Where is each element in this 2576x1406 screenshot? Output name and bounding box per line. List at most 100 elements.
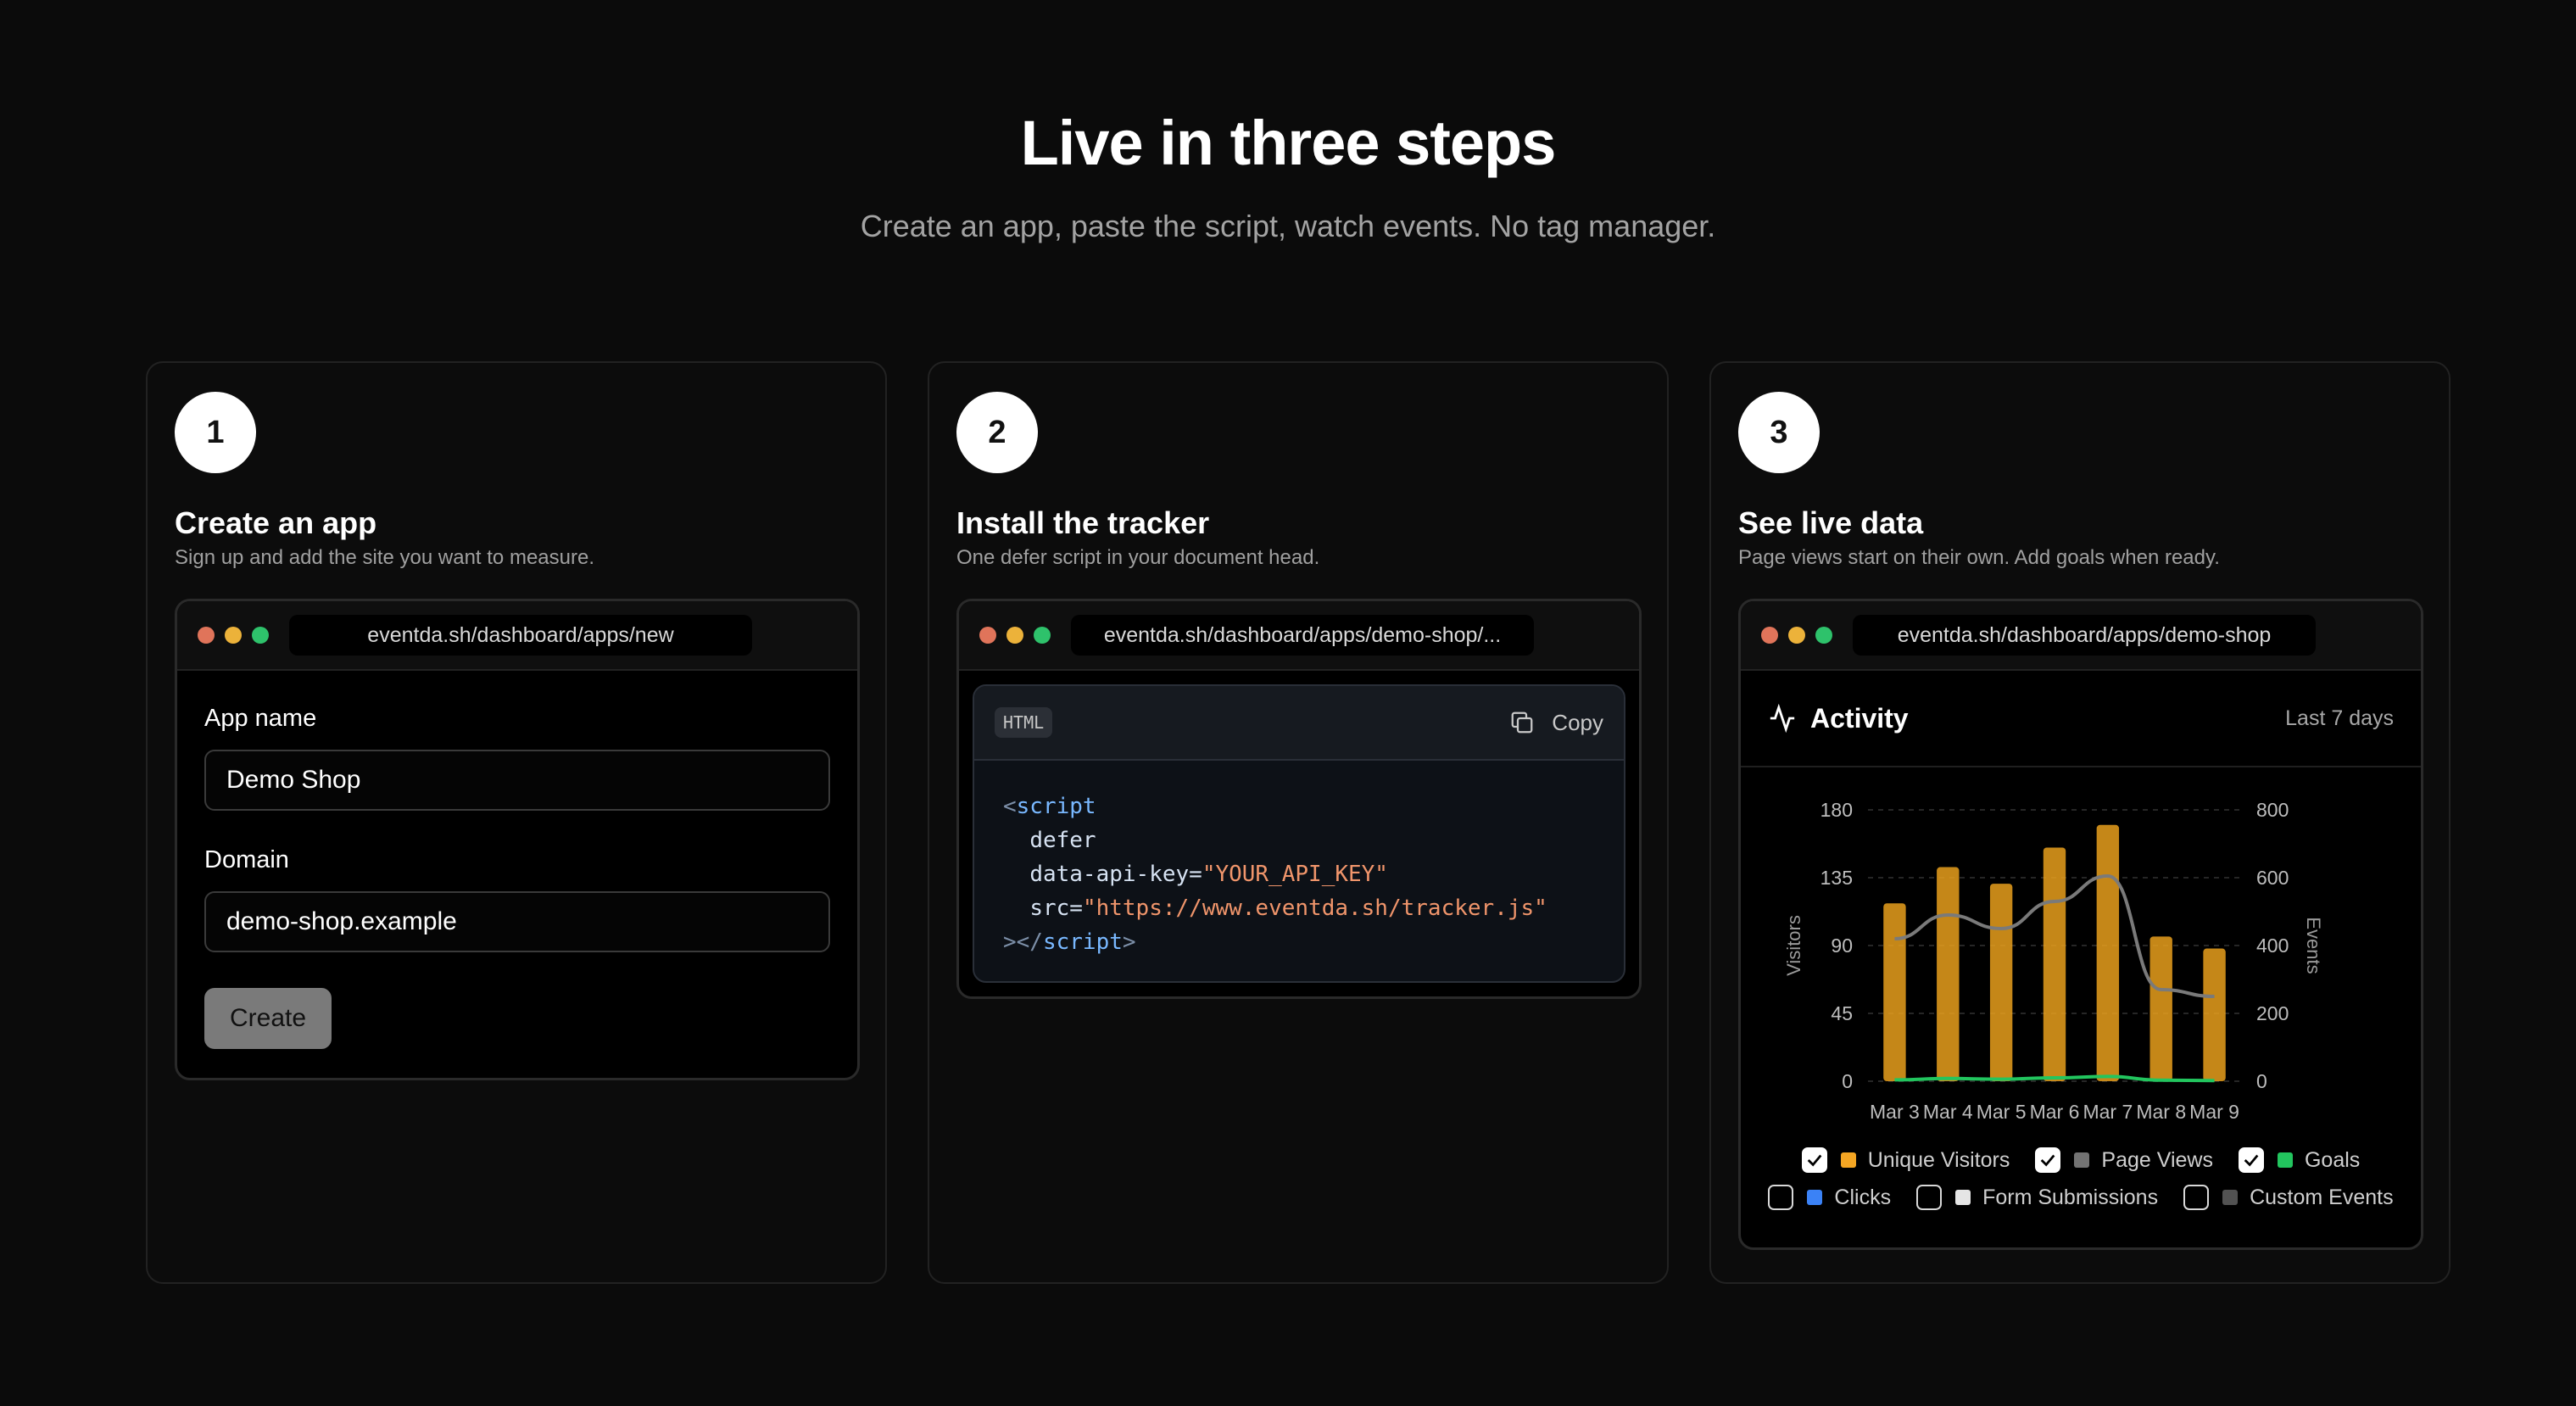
- legend-swatch: [2074, 1152, 2090, 1168]
- legend-row: Unique Visitors Page Views Goals: [1741, 1147, 2421, 1173]
- domain-input[interactable]: [204, 891, 830, 952]
- x-tick-label: Mar 9: [2189, 1101, 2239, 1123]
- copy-label: Copy: [1552, 709, 1603, 735]
- legend-checkbox[interactable]: [2035, 1147, 2061, 1173]
- step-description: Sign up and add the site you want to mea…: [175, 546, 594, 569]
- legend-item-unique-visitors[interactable]: Unique Visitors: [1801, 1147, 2010, 1173]
- legend-checkbox[interactable]: [2238, 1147, 2264, 1173]
- legend-swatch: [1955, 1190, 1971, 1205]
- activity-chart-svg: 0 45 90 135 180 0 200 400 600 800 Visitors Events Ma…: [1783, 799, 2324, 1123]
- close-dot-icon: [979, 627, 996, 644]
- legend-swatch: [2277, 1152, 2293, 1168]
- step-card-install-tracker: 2 Install the tracker One defer script i…: [928, 361, 1669, 1284]
- y-tick-label: 90: [1831, 935, 1853, 957]
- copy-button[interactable]: Copy: [1509, 710, 1603, 736]
- step-title: Install the tracker: [956, 505, 1210, 540]
- page-subtitle: Create an app, paste the script, watch e…: [860, 209, 1716, 243]
- code-header: HTML Copy: [974, 686, 1624, 761]
- app-name-input[interactable]: [204, 750, 830, 811]
- chart-legend: Unique Visitors Page Views Goals Clicks For…: [1741, 1141, 2421, 1247]
- code-block: HTML Copy <script defer data-api-key="YO…: [973, 684, 1625, 983]
- bar-unique-visitors: [2043, 847, 2066, 1081]
- copy-icon: [1511, 711, 1533, 734]
- x-tick-label: Mar 5: [1977, 1101, 2027, 1123]
- legend-label: Custom Events: [2250, 1185, 2394, 1209]
- legend-item-goals[interactable]: Goals: [2238, 1147, 2361, 1173]
- date-range-selector[interactable]: Last 7 days: [2285, 706, 2394, 731]
- step-number: 2: [956, 392, 1038, 473]
- close-dot-icon: [198, 627, 215, 644]
- browser-window: eventda.sh/dashboard/apps/new App name D…: [175, 599, 860, 1080]
- legend-label: Unique Visitors: [1867, 1147, 2010, 1172]
- bar-unique-visitors: [2149, 936, 2172, 1081]
- maximize-dot-icon: [252, 627, 269, 644]
- bar-unique-visitors: [2203, 948, 2226, 1081]
- x-tick-label: Mar 7: [2083, 1101, 2133, 1123]
- legend-swatch: [1807, 1190, 1823, 1205]
- domain-label: Domain: [204, 846, 289, 873]
- activity-header: Activity Last 7 days: [1741, 671, 2421, 767]
- url-bar[interactable]: eventda.sh/dashboard/apps/new: [289, 615, 752, 656]
- x-tick-label: Mar 3: [1870, 1101, 1920, 1123]
- create-app-form: App name Domain Create: [177, 671, 857, 1078]
- code-content[interactable]: <script defer data-api-key="YOUR_API_KEY…: [974, 761, 1624, 981]
- y-tick-label: 135: [1820, 867, 1853, 889]
- step-title: Create an app: [175, 505, 377, 540]
- legend-swatch: [1840, 1152, 1856, 1168]
- create-button[interactable]: Create: [204, 988, 332, 1049]
- step-card-live-data: 3 See live data Page views start on thei…: [1709, 361, 2451, 1284]
- browser-window: eventda.sh/dashboard/apps/demo-shop Acti…: [1738, 599, 2423, 1250]
- y2-tick-label: 400: [2256, 935, 2289, 957]
- legend-label: Goals: [2304, 1147, 2361, 1172]
- step-number: 3: [1738, 392, 1820, 473]
- legend-item-form-submissions[interactable]: Form Submissions: [1916, 1185, 2158, 1210]
- legend-label: Page Views: [2101, 1147, 2213, 1172]
- maximize-dot-icon: [1034, 627, 1051, 644]
- step-title: See live data: [1738, 505, 1924, 540]
- legend-checkbox[interactable]: [2183, 1185, 2210, 1210]
- x-tick-label: Mar 6: [2030, 1101, 2080, 1123]
- bar-unique-visitors: [1883, 903, 1906, 1081]
- legend-swatch: [2222, 1190, 2239, 1205]
- x-tick-label: Mar 4: [1923, 1101, 1973, 1123]
- activity-chart: 0 45 90 135 180 0 200 400 600 800 Visitors Events Ma…: [1741, 767, 2421, 1141]
- y2-tick-label: 0: [2256, 1070, 2267, 1092]
- bar-unique-visitors: [1937, 867, 1960, 1081]
- legend-item-page-views[interactable]: Page Views: [2035, 1147, 2213, 1173]
- browser-window: eventda.sh/dashboard/apps/demo-shop/... …: [956, 599, 1642, 999]
- close-dot-icon: [1761, 627, 1778, 644]
- url-bar[interactable]: eventda.sh/dashboard/apps/demo-shop: [1853, 615, 2316, 656]
- bar-unique-visitors: [1989, 884, 2013, 1081]
- step-description: Page views start on their own. Add goals…: [1738, 546, 2220, 569]
- legend-checkbox[interactable]: [1801, 1147, 1827, 1173]
- step-number: 1: [175, 392, 256, 473]
- legend-row: Clicks Form Submissions Custom Events: [1741, 1185, 2421, 1210]
- y2-tick-label: 800: [2256, 799, 2289, 821]
- browser-titlebar: eventda.sh/dashboard/apps/new: [177, 601, 857, 671]
- legend-label: Form Submissions: [1982, 1185, 2159, 1209]
- y2-tick-label: 200: [2256, 1002, 2289, 1024]
- y-axis-label: Visitors: [1783, 915, 1804, 976]
- legend-checkbox[interactable]: [1768, 1185, 1794, 1210]
- y-tick-label: 0: [1842, 1070, 1853, 1092]
- legend-checkbox[interactable]: [1916, 1185, 1943, 1210]
- bar-unique-visitors: [2096, 824, 2120, 1081]
- language-badge: HTML: [995, 707, 1053, 738]
- browser-titlebar: eventda.sh/dashboard/apps/demo-shop: [1741, 601, 2421, 671]
- maximize-dot-icon: [1815, 627, 1832, 644]
- step-card-create-app: 1 Create an app Sign up and add the site…: [146, 361, 887, 1284]
- y-tick-label: 45: [1831, 1002, 1853, 1024]
- legend-item-clicks[interactable]: Clicks: [1768, 1185, 1891, 1210]
- y2-tick-label: 600: [2256, 867, 2289, 889]
- minimize-dot-icon: [225, 627, 242, 644]
- x-tick-label: Mar 8: [2136, 1101, 2186, 1123]
- activity-title-text: Activity: [1810, 702, 1909, 734]
- browser-titlebar: eventda.sh/dashboard/apps/demo-shop/...: [959, 601, 1639, 671]
- activity-title: Activity: [1768, 703, 1909, 734]
- minimize-dot-icon: [1006, 627, 1023, 644]
- y2-axis-label: Events: [2303, 917, 2324, 974]
- legend-item-custom-events[interactable]: Custom Events: [2183, 1185, 2394, 1210]
- legend-label: Clicks: [1834, 1185, 1892, 1209]
- minimize-dot-icon: [1788, 627, 1805, 644]
- url-bar[interactable]: eventda.sh/dashboard/apps/demo-shop/...: [1071, 615, 1534, 656]
